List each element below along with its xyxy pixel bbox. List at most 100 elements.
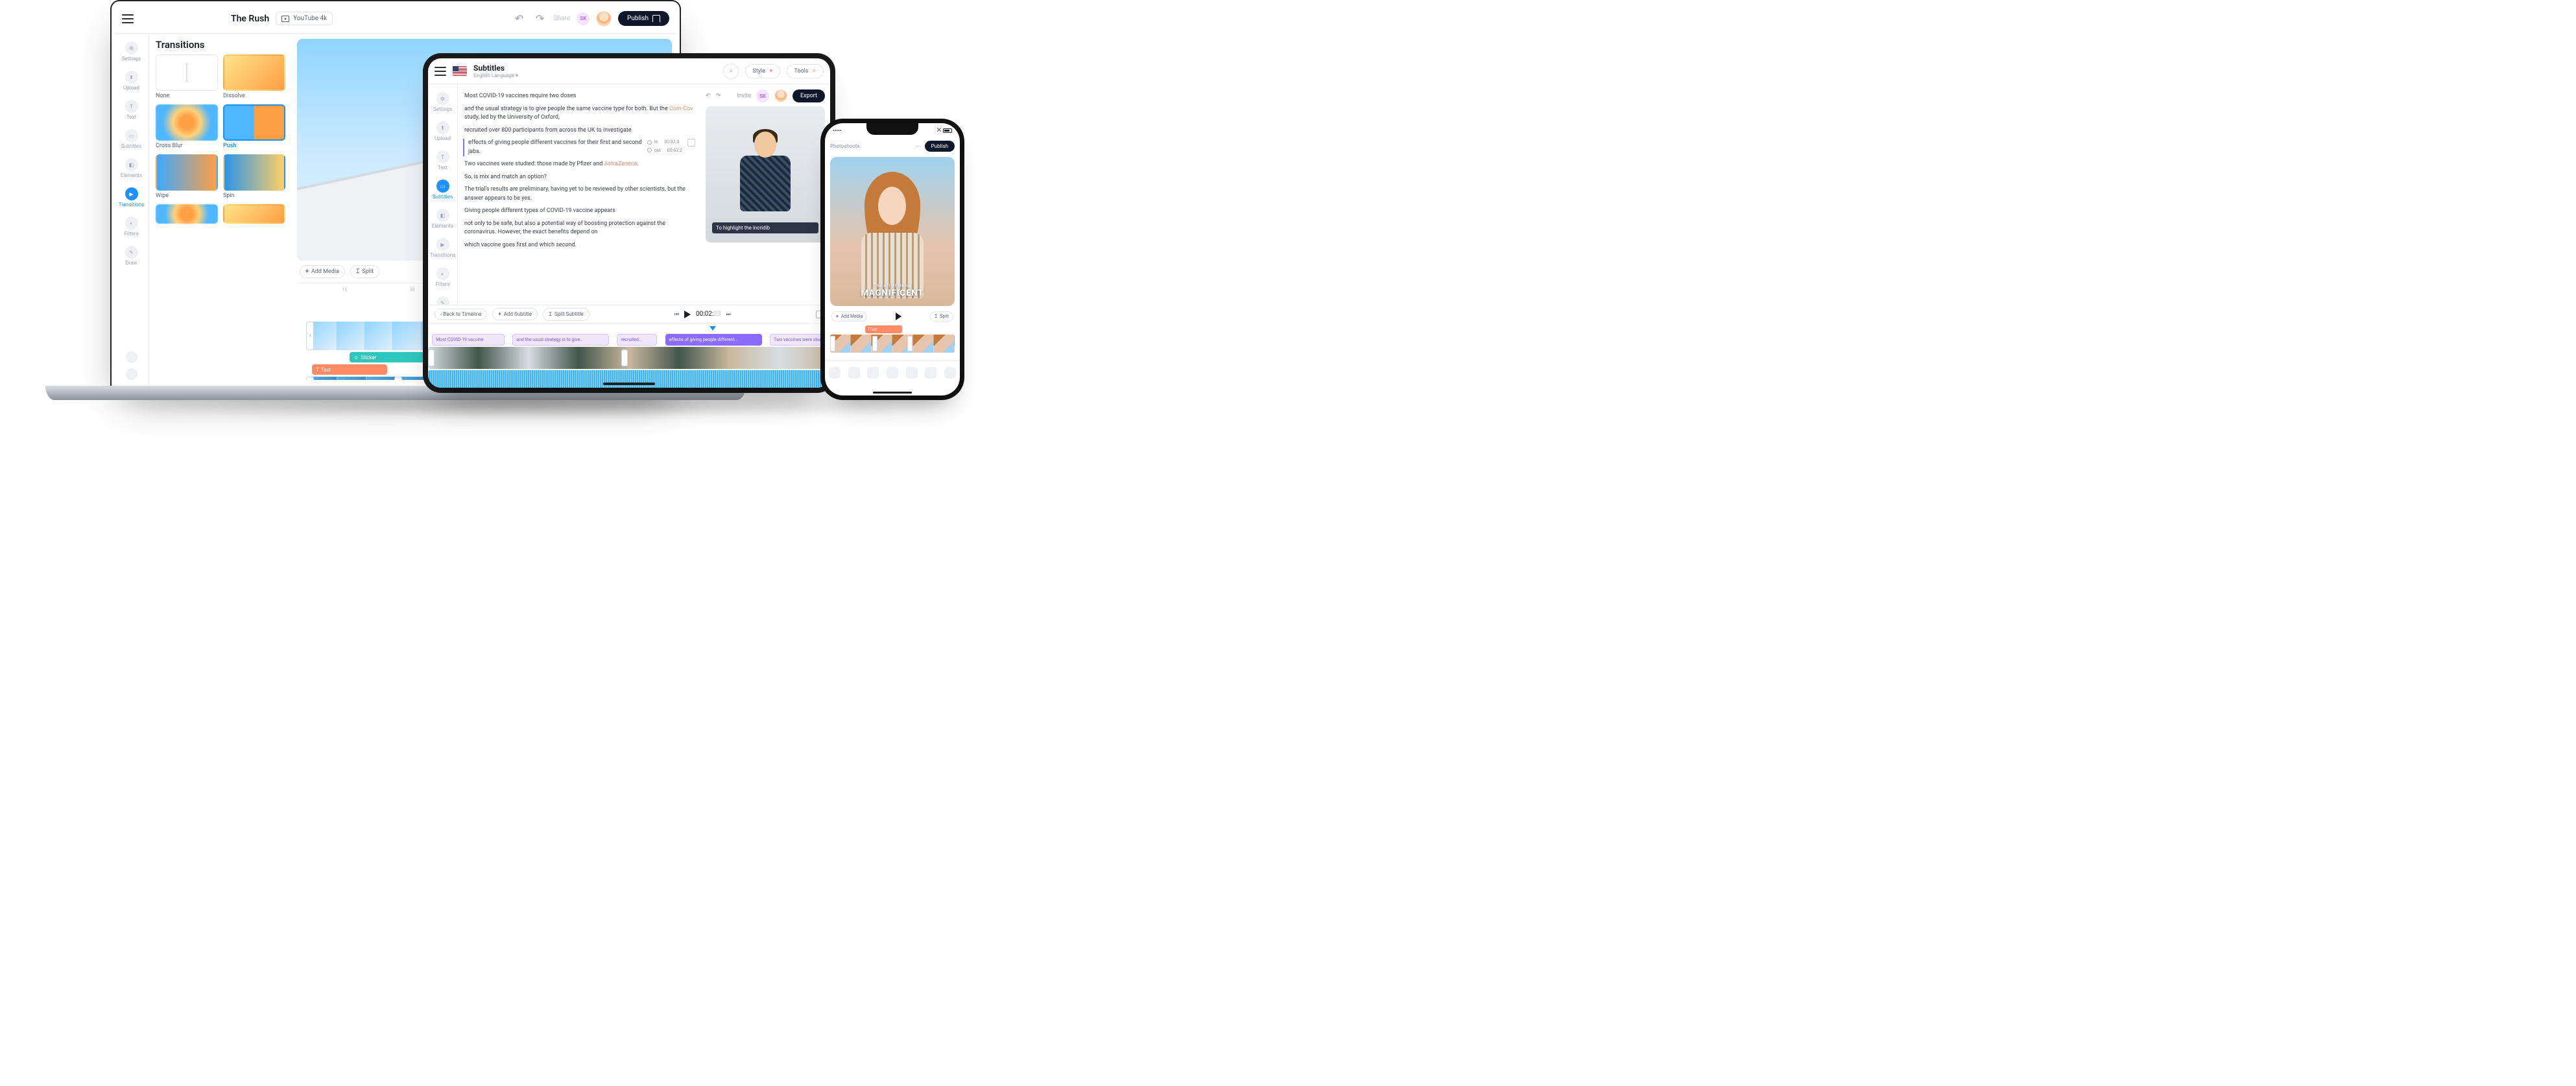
collapse-icon[interactable] (126, 368, 137, 380)
transition-crossblur[interactable]: Cross Blur (156, 104, 218, 149)
subtitle-clip[interactable]: Two vaccines were studi (770, 334, 826, 346)
subtitle-clip[interactable]: recruited… (617, 334, 657, 346)
collaborator-badge[interactable]: SK (577, 12, 590, 25)
split-button[interactable]: Split (930, 311, 953, 322)
next-frame-icon[interactable]: ⏭ (726, 311, 731, 318)
invite-label[interactable]: Invite (737, 93, 751, 99)
share-label[interactable]: Share (554, 15, 570, 22)
transition-dissolve[interactable]: Dissolve (223, 54, 285, 99)
transition-handle-icon[interactable] (621, 349, 628, 366)
subtitle-line[interactable]: So, is mix and match an option? (464, 173, 694, 182)
subtitle-clip[interactable]: and the usual strategy is to give… (512, 334, 609, 346)
transition-handle-icon[interactable] (907, 336, 912, 351)
subtitle-track[interactable]: Most COVID-19 vaccine and the usual stra… (428, 334, 830, 346)
video-track[interactable] (428, 347, 830, 369)
tools-button[interactable]: Tools✧ (787, 64, 824, 78)
phone-timeline[interactable]: T Text (825, 324, 960, 360)
prev-frame-icon[interactable]: ⏮ (674, 311, 679, 318)
publish-button[interactable]: Publish (618, 11, 669, 26)
transition-extra2[interactable] (223, 204, 285, 224)
undo-icon[interactable]: ↶ (706, 93, 711, 99)
sidebar-item-elements[interactable]: ◧Elements (428, 205, 457, 233)
sidebar-item-transitions[interactable]: ▶Transitions (428, 234, 457, 262)
transition-wipe[interactable]: Wipe (156, 154, 218, 199)
preview-canvas[interactable]: To highlight the incridib (706, 106, 825, 242)
nav-subtitles-icon[interactable] (887, 367, 898, 379)
sidebar-item-settings[interactable]: ⚙Settings (428, 88, 457, 116)
tablet-timeline[interactable]: Most COVID-19 vaccine and the usual stra… (428, 323, 830, 388)
subtitle-line[interactable]: not only to be safe, but also a potentia… (464, 220, 694, 237)
sidebar-item-transitions[interactable]: ▶Transitions (114, 183, 149, 211)
subtitle-clip-active[interactable]: effects of giving people different… (665, 334, 762, 346)
split-button[interactable]: Split (350, 265, 379, 278)
preview-canvas[interactable]: The Art of Being MAGNIFICENT (830, 157, 955, 306)
subtitle-line[interactable]: recruited over 800 participants from acr… (464, 126, 694, 136)
publish-button[interactable]: Publish (925, 141, 955, 152)
export-button[interactable]: Export (793, 89, 825, 102)
subtitle-line[interactable]: Giving people different types of COVID-1… (464, 207, 694, 216)
add-media-button[interactable]: Add Media (831, 311, 867, 322)
subtitle-line[interactable]: which vaccine goes first and which secon… (464, 241, 694, 250)
sidebar-item-elements[interactable]: ◧Elements (114, 154, 149, 182)
video-track[interactable] (830, 335, 955, 353)
nav-settings-icon[interactable] (829, 367, 841, 379)
sidebar-item-subtitles[interactable]: ▭Subtitles (428, 176, 457, 204)
nav-draw-icon[interactable] (944, 367, 956, 379)
subtitle-line-selected[interactable]: effects of giving people different vacci… (463, 139, 695, 156)
collaborator-badge[interactable]: SK (756, 89, 769, 102)
split-subtitle-button[interactable]: Split Subtitle (543, 308, 590, 321)
subtitle-line[interactable]: The trial's results are preliminary, hav… (464, 185, 694, 203)
clip-handle-left[interactable]: ‹ (306, 322, 314, 350)
back-to-timeline-button[interactable]: Back to Timeline (435, 309, 487, 320)
more-icon[interactable]: ⋯ (916, 143, 921, 149)
sidebar-item-upload[interactable]: ⬆Upload (114, 67, 149, 95)
subtitle-editor[interactable]: Most COVID-19 vaccines require two doses… (458, 84, 700, 305)
transition-handle-icon[interactable] (872, 336, 877, 351)
sidebar-item-draw[interactable]: ✎Draw (114, 242, 149, 270)
nav-upload-icon[interactable] (848, 367, 860, 379)
transition-none[interactable]: None (156, 54, 218, 99)
clip-handle-left[interactable] (428, 349, 435, 366)
add-subtitle-button[interactable]: Add Subtitle (492, 308, 538, 320)
subtitles-language[interactable]: English Language ▾ (473, 73, 518, 78)
transition-push[interactable]: Push (223, 104, 285, 149)
redo-icon[interactable]: ↷ (533, 12, 547, 26)
subtitle-clip[interactable]: Most COVID-19 vaccine (432, 334, 505, 346)
sidebar-item-subtitles[interactable]: ▭Subtitles (114, 125, 149, 153)
nav-text-icon[interactable] (867, 367, 879, 379)
clip-handle-left[interactable] (830, 336, 835, 351)
help-icon[interactable] (126, 351, 137, 363)
speaker-icon[interactable] (816, 311, 824, 318)
sidebar-item-draw[interactable]: ✎Draw (428, 292, 457, 305)
sidebar-item-filters[interactable]: ◐Filters (428, 263, 457, 291)
redo-icon[interactable]: ↷ (716, 93, 721, 99)
subtitle-line[interactable]: Two vaccines were studied: those made by… (464, 160, 694, 169)
undo-icon[interactable]: ↶ (512, 12, 527, 26)
nav-filters-icon[interactable] (925, 367, 936, 379)
subtitle-line[interactable]: Most COVID-19 vaccines require two doses (464, 92, 694, 101)
clip-handle-left[interactable]: ‹ (306, 377, 314, 380)
sidebar-item-upload[interactable]: ⬆Upload (428, 117, 457, 145)
menu-icon[interactable] (435, 67, 446, 76)
clip-text[interactable]: T Text (312, 364, 387, 375)
trash-icon[interactable] (687, 139, 695, 147)
add-media-button[interactable]: Add Media (300, 265, 345, 278)
transition-handle-icon[interactable]: ⧗ (394, 377, 402, 380)
playhead-icon[interactable] (710, 326, 716, 331)
clip-text[interactable]: T Text (865, 325, 903, 333)
nav-elements-icon[interactable] (906, 367, 918, 379)
avatar[interactable] (774, 89, 787, 102)
style-button[interactable]: Style✦ (745, 64, 780, 78)
avatar[interactable] (596, 11, 612, 27)
transition-extra1[interactable] (156, 204, 218, 224)
sidebar-item-text[interactable]: TText (114, 96, 149, 124)
transition-spin[interactable]: Spin (223, 154, 285, 199)
output-format-chip[interactable]: YouTube 4k (276, 12, 333, 25)
sidebar-item-text[interactable]: TText (428, 147, 457, 174)
subtitle-line[interactable]: and the usual strategy is to give people… (464, 105, 694, 123)
play-button[interactable] (684, 311, 691, 318)
sidebar-item-filters[interactable]: ◐Filters (114, 213, 149, 241)
search-icon[interactable]: ⌕ (723, 64, 739, 79)
menu-icon[interactable] (122, 14, 134, 23)
sidebar-item-settings[interactable]: ⚙Settings (114, 38, 149, 65)
